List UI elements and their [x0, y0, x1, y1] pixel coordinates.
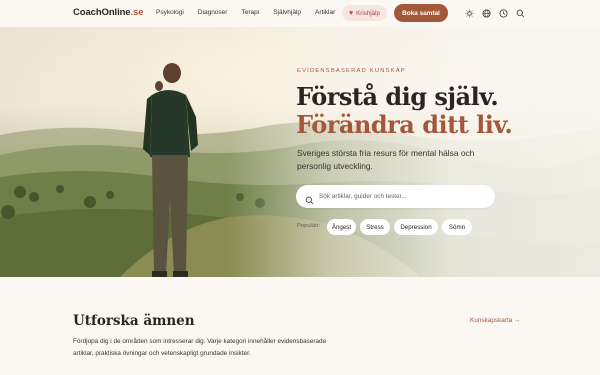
nav-sjalvhjalp[interactable]: Självhjälp [273, 9, 301, 16]
hero-title-line1: Förstå dig själv. [296, 82, 499, 111]
hero-search-field[interactable]: Sök artiklar, guider och tester... [296, 185, 495, 208]
search-input[interactable]: Sök artiklar, guider och tester... [319, 193, 407, 200]
main-nav: Psykologi Diagnoser Terapi Självhjälp Ar… [156, 9, 349, 16]
hero-title-line2: Förändra ditt liv. [296, 110, 513, 139]
chip-somn[interactable]: Sömn [442, 219, 472, 235]
nav-artiklar[interactable]: Artiklar [315, 9, 335, 16]
chip-angest[interactable]: Ångest [327, 219, 356, 235]
knowledge-map-link[interactable]: Kunskapskarta → [470, 317, 520, 324]
book-session-button[interactable]: Boka samtal [394, 4, 448, 22]
nav-psykologi[interactable]: Psykologi [156, 9, 184, 16]
crisis-help-button[interactable]: ♥ Krishjälp [342, 5, 387, 21]
crisis-help-label: Krishjälp [356, 9, 380, 17]
logo-tld: .se [130, 7, 144, 18]
topics-title: Utforska ämnen [73, 313, 195, 329]
hero-subtitle: Sveriges största fria resurs för mental … [297, 148, 475, 171]
chip-depression[interactable]: Depression [394, 219, 438, 235]
popular-label: Populärt: [297, 223, 321, 229]
search-icon [305, 192, 314, 205]
search-icon[interactable] [516, 9, 525, 18]
nav-diagnoser[interactable]: Diagnoser [198, 9, 228, 16]
chip-stress[interactable]: Stress [360, 219, 390, 235]
logo-text: CoachOnline [73, 7, 131, 18]
sun-icon[interactable] [465, 9, 474, 18]
logo[interactable]: CoachOnline.se [73, 7, 144, 18]
nav-terapi[interactable]: Terapi [241, 9, 259, 16]
hero-eyebrow: EVIDENSBASERAD KUNSKAP [297, 68, 406, 74]
globe-icon[interactable] [482, 9, 491, 18]
heart-icon: ♥ [349, 9, 354, 17]
topics-description: Fördjupa dig i de områden som intressera… [73, 338, 327, 357]
site-header: CoachOnline.se Psykologi Diagnoser Terap… [0, 0, 600, 27]
clock-icon[interactable] [499, 9, 508, 18]
